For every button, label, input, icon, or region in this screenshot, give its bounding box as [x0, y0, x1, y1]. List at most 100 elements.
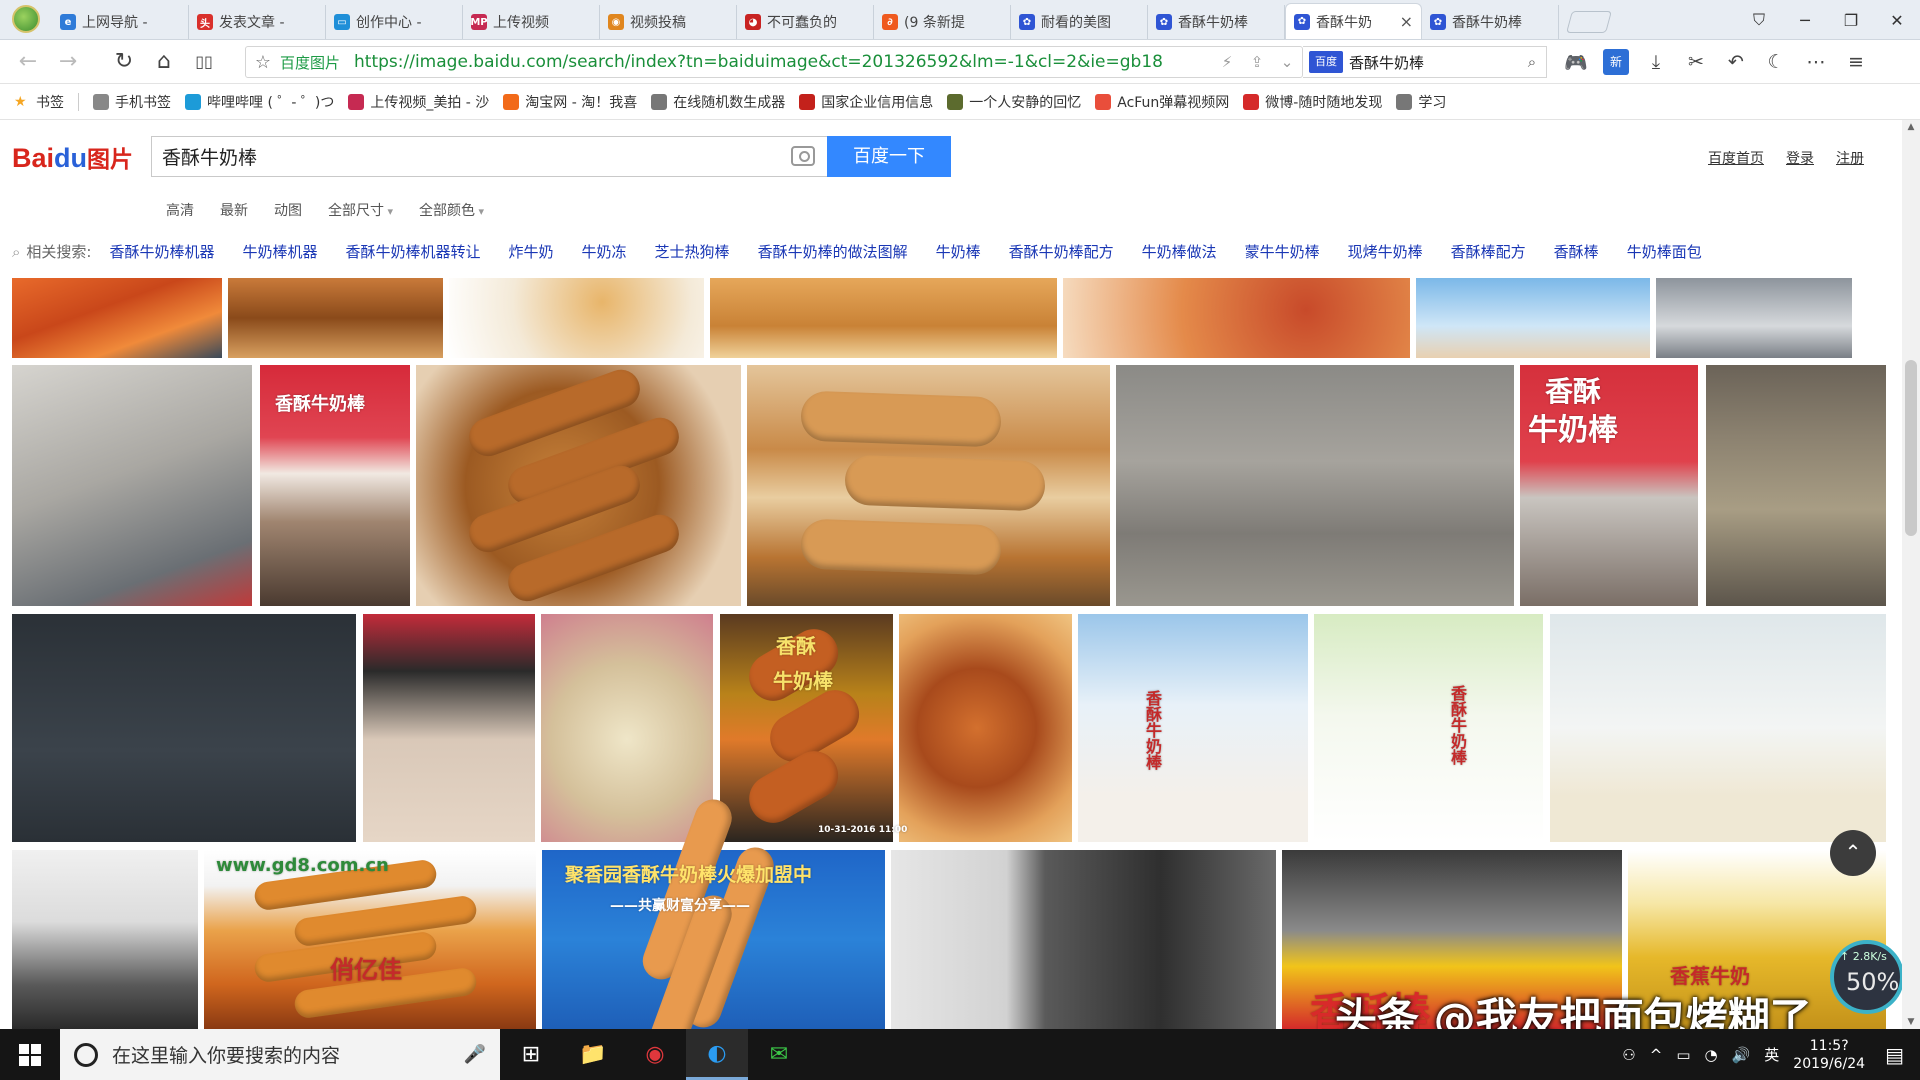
browser-search-box[interactable]: 百度 香酥牛奶棒 ⌕: [1303, 46, 1547, 78]
baidu-image-logo[interactable]: Baidu图片: [12, 140, 133, 174]
bookmark-item[interactable]: 哔哩哔哩 ( ゜- ゜)つ: [185, 92, 334, 112]
battery-icon[interactable]: ▭: [1676, 1046, 1690, 1064]
search-engine-icon[interactable]: 百度: [1309, 51, 1343, 73]
filter-0[interactable]: 高清: [166, 200, 194, 220]
tab-4[interactable]: ◉ 视频投稿: [600, 5, 737, 39]
query-text[interactable]: 香酥牛奶棒: [162, 143, 257, 170]
reader-button[interactable]: ▯▯: [184, 52, 224, 71]
image-result[interactable]: [1416, 278, 1650, 358]
bookmark-item[interactable]: 学习: [1396, 92, 1446, 112]
related-search-link[interactable]: 香酥棒配方: [1451, 241, 1526, 262]
bookmark-item[interactable]: 上传视频_美拍 - 沙: [348, 92, 489, 112]
image-result[interactable]: [541, 614, 713, 842]
bookmark-item[interactable]: 淘宝网 - 淘！我喜: [503, 92, 637, 112]
camera-icon[interactable]: [791, 146, 815, 166]
url-text[interactable]: https://image.baidu.com/search/index?tn=…: [354, 52, 1212, 72]
bookmark-item[interactable]: 一个人安静的回忆: [947, 92, 1081, 112]
skin-icon[interactable]: ⛉: [1736, 10, 1782, 30]
image-result[interactable]: [1656, 278, 1852, 358]
related-search-link[interactable]: 现烤牛奶棒: [1348, 241, 1423, 262]
related-search-link[interactable]: 牛奶冻: [582, 241, 627, 262]
related-search-link[interactable]: 炸牛奶: [509, 241, 554, 262]
chevron-down-icon[interactable]: ⌄: [1272, 53, 1302, 71]
related-search-link[interactable]: 香酥牛奶棒配方: [1009, 241, 1114, 262]
home-button[interactable]: ⌂: [144, 49, 184, 74]
start-button[interactable]: [0, 1029, 60, 1080]
taskbar-search-placeholder[interactable]: 在这里输入你要搜索的内容: [112, 1041, 340, 1068]
image-result[interactable]: [1116, 365, 1514, 606]
tab-5[interactable]: ◕ 不可蠢负的: [737, 5, 874, 39]
page-scrollbar[interactable]: ▲ ▼: [1902, 120, 1920, 1029]
image-search-input[interactable]: 香酥牛奶棒: [151, 136, 827, 177]
image-result[interactable]: [1063, 278, 1410, 358]
address-bar[interactable]: ☆ 百度图片 https://image.baidu.com/search/in…: [245, 46, 1303, 78]
related-search-link[interactable]: 香酥牛奶棒机器: [109, 241, 214, 262]
scroll-down-icon[interactable]: ▼: [1902, 1017, 1920, 1027]
image-result[interactable]: [1706, 365, 1886, 606]
notification-icon[interactable]: ▤: [1885, 1043, 1904, 1067]
filter-3[interactable]: 全部尺寸: [328, 200, 393, 220]
search-icon[interactable]: ⌕: [1518, 53, 1546, 71]
cortana-icon[interactable]: [74, 1042, 98, 1067]
scroll-up-icon[interactable]: ▲: [1902, 122, 1920, 132]
network-speed-widget[interactable]: ↑ 2.8K/s 50%: [1830, 940, 1902, 1014]
back-button[interactable]: ←: [8, 49, 48, 74]
tab-6[interactable]: ∂ (9 条新提: [874, 5, 1011, 39]
bookmark-item[interactable]: 国家企业信用信息: [799, 92, 933, 112]
related-search-link[interactable]: 牛奶棒做法: [1142, 241, 1217, 262]
tab-10[interactable]: ✿ 香酥牛奶棒: [1422, 5, 1559, 39]
download-icon[interactable]: ⤓: [1636, 51, 1676, 73]
bookmark-item[interactable]: 微博-随时随地发现: [1243, 92, 1382, 112]
menu-icon[interactable]: ≡: [1836, 51, 1876, 73]
image-result[interactable]: [1314, 614, 1543, 842]
related-search-link[interactable]: 蒙牛牛奶棒: [1245, 241, 1320, 262]
register-link[interactable]: 注册: [1836, 148, 1864, 168]
news-icon[interactable]: 新: [1603, 49, 1629, 75]
more-icon[interactable]: ⋯: [1796, 51, 1836, 73]
bookmark-item[interactable]: 在线随机数生成器: [651, 92, 785, 112]
image-result[interactable]: [12, 278, 222, 358]
people-icon[interactable]: ⚇: [1622, 1046, 1635, 1064]
tab-8[interactable]: ✿ 香酥牛奶棒: [1148, 5, 1285, 39]
input-language[interactable]: 英: [1764, 1044, 1779, 1065]
related-search-link[interactable]: 牛奶棒机器: [242, 241, 317, 262]
share-icon[interactable]: ⇪: [1242, 53, 1272, 71]
image-result[interactable]: [1550, 614, 1886, 842]
task-view-icon[interactable]: ⊞: [500, 1029, 562, 1080]
taskbar-search[interactable]: 在这里输入你要搜索的内容 🎤: [60, 1029, 500, 1080]
image-result[interactable]: [1078, 614, 1308, 842]
filter-4[interactable]: 全部颜色: [419, 200, 484, 220]
music-app-icon[interactable]: ◉: [624, 1029, 686, 1080]
image-result[interactable]: [449, 278, 704, 358]
browser-search-input[interactable]: 香酥牛奶棒: [1349, 52, 1518, 73]
filter-2[interactable]: 动图: [274, 200, 302, 220]
image-result[interactable]: [899, 614, 1072, 842]
browser-logo[interactable]: [0, 0, 52, 39]
forward-button[interactable]: →: [48, 49, 88, 74]
tab-9[interactable]: ✿ 香酥牛奶 ×: [1285, 3, 1422, 39]
undo-icon[interactable]: ↶: [1716, 51, 1756, 73]
wechat-icon[interactable]: ✉: [748, 1029, 810, 1080]
new-tab-button[interactable]: [1566, 11, 1612, 33]
clock[interactable]: 11:5? 2019/6/24: [1793, 1037, 1865, 1073]
related-search-link[interactable]: 牛奶棒: [936, 241, 981, 262]
reload-button[interactable]: ↻: [104, 49, 144, 74]
related-search-link[interactable]: 香酥牛奶棒的做法图解: [758, 241, 908, 262]
image-result[interactable]: [12, 850, 198, 1029]
bookmark-item[interactable]: ★ 书签: [14, 92, 64, 112]
game-icon[interactable]: 🎮: [1556, 51, 1596, 74]
tab-0[interactable]: e 上网导航 -: [52, 5, 189, 39]
scroll-thumb[interactable]: [1905, 360, 1917, 536]
search-button[interactable]: 百度一下: [827, 136, 951, 177]
related-search-link[interactable]: 香酥牛奶棒机器转让: [346, 241, 481, 262]
screenshot-icon[interactable]: ✂: [1676, 51, 1716, 73]
image-result[interactable]: [228, 278, 443, 358]
bookmark-item[interactable]: 手机书签: [93, 92, 171, 112]
browser-app-icon[interactable]: ◐: [686, 1029, 748, 1080]
tab-2[interactable]: ▭ 创作中心 -: [326, 5, 463, 39]
related-search-link[interactable]: 香酥棒: [1554, 241, 1599, 262]
night-mode-icon[interactable]: ☾: [1756, 51, 1796, 73]
tab-close-icon[interactable]: ×: [1400, 12, 1413, 31]
tab-7[interactable]: ✿ 耐看的美图: [1011, 5, 1148, 39]
image-result[interactable]: [12, 614, 356, 842]
